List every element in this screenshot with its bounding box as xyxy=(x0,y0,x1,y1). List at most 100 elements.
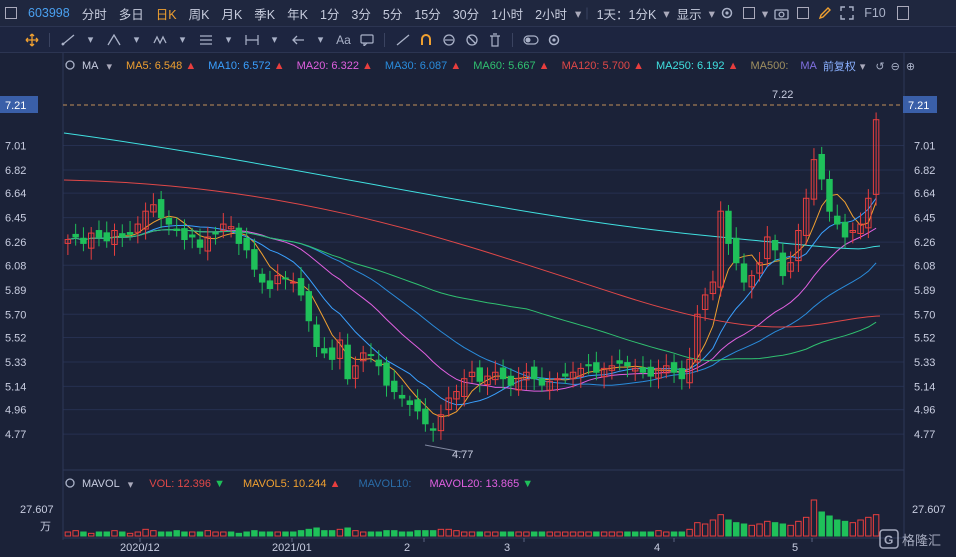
ruler-icon[interactable] xyxy=(391,27,414,53)
candle-body xyxy=(80,237,87,244)
period-yearly-k[interactable]: 年K xyxy=(281,4,314,23)
undo-icon[interactable]: ↺ xyxy=(875,60,884,73)
candle-body xyxy=(251,249,258,270)
chevron-down-icon[interactable]: ▾ xyxy=(107,60,113,73)
candle-body xyxy=(841,221,849,238)
square-icon[interactable] xyxy=(792,0,814,27)
gear-icon[interactable] xyxy=(716,0,738,27)
vol-indicator-name[interactable]: MAVOL xyxy=(82,478,120,490)
candle-body xyxy=(422,408,429,425)
chevron-down-icon[interactable]: ▾ xyxy=(708,6,716,21)
chevron-down-icon[interactable]: ▾ xyxy=(263,27,286,53)
fullscreen-icon[interactable] xyxy=(836,0,858,27)
candle-body xyxy=(103,232,110,242)
chevron-down-icon[interactable]: ▾ xyxy=(309,27,332,53)
chevron-down-icon[interactable]: ▾ xyxy=(171,27,194,53)
ma-gear-icon[interactable] xyxy=(64,59,76,74)
chevron-down-icon[interactable]: ▾ xyxy=(128,478,134,491)
wave-icon[interactable] xyxy=(148,27,171,53)
period-quarterly-k[interactable]: 季K xyxy=(248,4,281,23)
channel-icon[interactable] xyxy=(102,27,125,53)
arrow-left-icon[interactable] xyxy=(286,27,309,53)
period-5min[interactable]: 5分 xyxy=(377,4,408,23)
current-price-tag-left-text: 7.21 xyxy=(5,100,26,112)
high-price-label: 7.22 xyxy=(772,89,793,101)
period-select[interactable]: 1天：1分K xyxy=(591,4,663,23)
zoom-in-icon[interactable]: ⊕ xyxy=(906,60,915,73)
candle-body xyxy=(538,378,546,386)
chevron-down-icon[interactable]: ▾ xyxy=(662,6,670,21)
ma-indicator-name[interactable]: MA xyxy=(82,60,99,72)
period-1hour[interactable]: 1小时 xyxy=(485,4,529,23)
hide-icon[interactable] xyxy=(460,27,483,53)
chevron-down-icon[interactable]: ▾ xyxy=(760,6,770,21)
toolbar-divider: | xyxy=(585,6,589,20)
move-cross-icon[interactable] xyxy=(20,27,43,53)
period-15min[interactable]: 15分 xyxy=(408,4,446,23)
candle-body xyxy=(406,400,414,405)
ma250-value: MA250: 6.192 ▲ xyxy=(656,60,739,72)
pencil-icon[interactable] xyxy=(814,0,836,27)
price-tick-left: 5.14 xyxy=(5,381,26,393)
trendline-icon[interactable] xyxy=(56,27,79,53)
chevron-down-icon[interactable]: ▾ xyxy=(217,27,240,53)
chevron-down-icon[interactable]: ▾ xyxy=(125,27,148,53)
volume-bar xyxy=(841,520,849,537)
volume-bar xyxy=(818,511,825,537)
period-30min[interactable]: 30分 xyxy=(447,4,485,23)
period-monthly-k[interactable]: 月K xyxy=(215,4,248,23)
volume-bar xyxy=(297,530,305,537)
chevron-down-icon[interactable]: ▾ xyxy=(573,6,583,21)
period-1min[interactable]: 1分 xyxy=(314,4,345,23)
trash-icon[interactable] xyxy=(483,27,506,53)
candle-body xyxy=(771,240,779,251)
text-tool-icon[interactable]: Aa xyxy=(332,27,355,53)
toggle-icon[interactable] xyxy=(519,27,542,53)
comment-icon[interactable] xyxy=(355,27,378,53)
period-3min[interactable]: 3分 xyxy=(345,4,376,23)
stock-code[interactable]: 603998 xyxy=(22,6,76,20)
volume-bar xyxy=(375,531,382,537)
checkbox-icon[interactable] xyxy=(738,0,760,27)
candle-body xyxy=(305,291,313,322)
period-weekly-k[interactable]: 周K xyxy=(183,4,216,23)
volume-bar xyxy=(725,519,732,537)
candle-body xyxy=(391,380,398,393)
candle-body xyxy=(826,178,833,212)
adjust-mode[interactable]: 前复权 xyxy=(823,58,856,74)
candle-body xyxy=(507,375,515,386)
volume-bar xyxy=(631,531,639,537)
fibonacci-icon[interactable] xyxy=(194,27,217,53)
f10-button[interactable]: F10 xyxy=(858,6,892,20)
candle-body xyxy=(243,237,250,251)
price-tick-right: 7.01 xyxy=(914,140,935,152)
candle-body xyxy=(733,237,740,264)
candle-body xyxy=(321,348,328,354)
candle-body xyxy=(290,281,297,284)
panel-toggle-icon[interactable] xyxy=(892,0,914,27)
kline-chart[interactable]: 7.01 7.01 6.82 6.82 6.64 6.64 6.45 6.45 6.26 6.26… xyxy=(0,0,956,557)
volume-bar xyxy=(258,531,266,537)
candle-body xyxy=(126,232,134,235)
period-2hour[interactable]: 2小时 xyxy=(529,4,573,23)
camera-icon[interactable] xyxy=(770,0,792,27)
candle-body xyxy=(235,227,243,244)
candle-body xyxy=(173,228,180,232)
magnet-icon[interactable] xyxy=(414,27,437,53)
link-icon[interactable] xyxy=(437,27,460,53)
zoom-out-icon[interactable]: ⊖ xyxy=(891,60,900,73)
chevron-down-icon[interactable]: ▾ xyxy=(860,60,866,73)
display-menu[interactable]: 显示 xyxy=(671,4,708,23)
period-intraday[interactable]: 分时 xyxy=(76,4,113,23)
period-daily-k[interactable]: 日K xyxy=(150,4,183,23)
period-multiday[interactable]: 多日 xyxy=(113,4,150,23)
candle-body xyxy=(383,362,390,386)
volume-bar xyxy=(507,531,515,537)
vol-gear-icon[interactable] xyxy=(64,477,76,492)
range-icon[interactable] xyxy=(240,27,263,53)
sidebar-toggle-icon[interactable] xyxy=(0,0,22,27)
chevron-down-icon[interactable]: ▾ xyxy=(79,27,102,53)
gear-icon[interactable] xyxy=(542,27,565,53)
ma20-value: MA20: 6.322 ▲ xyxy=(296,60,373,72)
volume-max-label-right: 27.607 xyxy=(912,504,946,516)
